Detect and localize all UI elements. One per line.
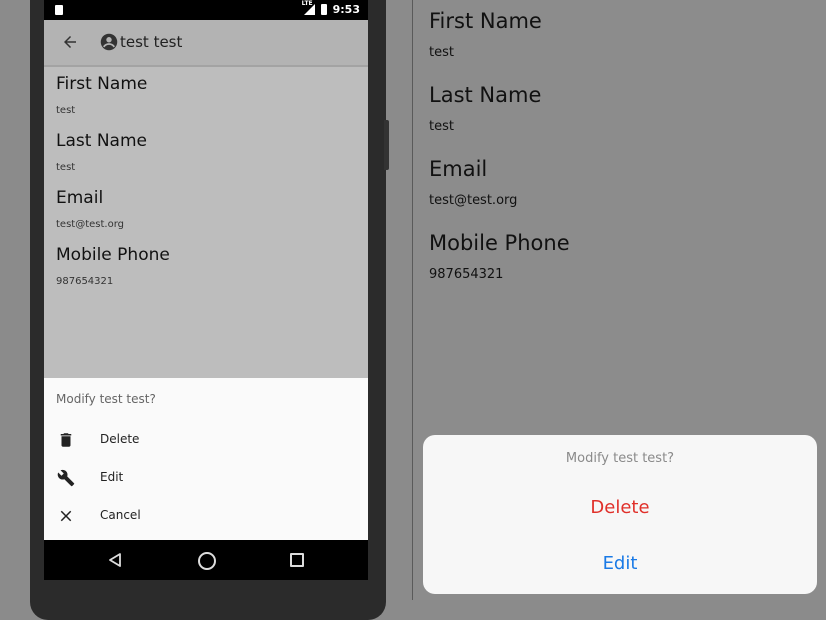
mobile-phone-label: Mobile Phone bbox=[56, 245, 170, 265]
ios-screen: First Name test Last Name test Email tes… bbox=[413, 0, 826, 600]
app-bar: test test bbox=[44, 20, 368, 67]
last-name-label: Last Name bbox=[56, 131, 147, 151]
last-name-value: test bbox=[56, 162, 76, 173]
email-label: Email bbox=[56, 188, 104, 208]
battery-icon bbox=[320, 4, 327, 15]
status-bar: LTE 9:53 bbox=[44, 0, 368, 20]
contact-details: First Name test Last Name test Email tes… bbox=[56, 72, 356, 300]
action-sheet: Modify test test? Delete Edit Cancel bbox=[44, 378, 368, 540]
ios-first-name-label: First Name bbox=[429, 9, 542, 33]
ios-email-value: test@test.org bbox=[429, 193, 518, 208]
ios-action-sheet: Modify test test? Delete Edit bbox=[423, 435, 817, 594]
nav-home-icon[interactable] bbox=[198, 552, 216, 570]
page-title: test test bbox=[120, 33, 183, 51]
trash-icon bbox=[60, 433, 72, 447]
ios-contact-details: First Name test Last Name test Email tes… bbox=[429, 6, 809, 302]
action-sheet-title: Modify test test? bbox=[56, 392, 156, 406]
sd-card-icon bbox=[55, 5, 63, 15]
phone-side-button bbox=[384, 120, 389, 170]
ios-email-label: Email bbox=[429, 157, 488, 181]
cancel-label: Cancel bbox=[100, 508, 141, 522]
ios-action-sheet-title: Modify test test? bbox=[565, 451, 675, 466]
ios-delete-button[interactable]: Delete bbox=[423, 497, 817, 518]
wrench-icon bbox=[57, 469, 75, 487]
network-type: LTE bbox=[301, 0, 313, 7]
nav-recents-icon[interactable] bbox=[290, 553, 304, 567]
cancel-action[interactable]: Cancel bbox=[44, 497, 368, 535]
mobile-phone-value: 987654321 bbox=[56, 276, 114, 287]
ios-last-name-label: Last Name bbox=[429, 83, 542, 107]
edit-action[interactable]: Edit bbox=[44, 459, 368, 497]
delete-action[interactable]: Delete bbox=[44, 421, 368, 459]
edit-label: Edit bbox=[100, 470, 124, 484]
first-name-label: First Name bbox=[56, 74, 148, 94]
arrow-back-icon[interactable] bbox=[61, 33, 79, 51]
email-value: test@test.org bbox=[56, 219, 124, 230]
close-icon bbox=[60, 510, 72, 522]
ios-first-name-value: test bbox=[429, 45, 454, 60]
navigation-bar bbox=[44, 540, 368, 580]
ios-edit-button[interactable]: Edit bbox=[423, 553, 817, 574]
android-screen: LTE 9:53 test test First Name test Last … bbox=[44, 0, 368, 580]
ios-mobile-phone-value: 987654321 bbox=[429, 267, 504, 282]
account-circle-icon bbox=[100, 33, 118, 51]
nav-back-icon[interactable] bbox=[108, 553, 122, 567]
ios-last-name-value: test bbox=[429, 119, 454, 134]
signal-icon: LTE bbox=[302, 0, 315, 15]
delete-label: Delete bbox=[100, 432, 140, 446]
status-time: 9:53 bbox=[332, 3, 360, 16]
first-name-value: test bbox=[56, 105, 76, 116]
ios-mobile-phone-label: Mobile Phone bbox=[429, 231, 570, 255]
